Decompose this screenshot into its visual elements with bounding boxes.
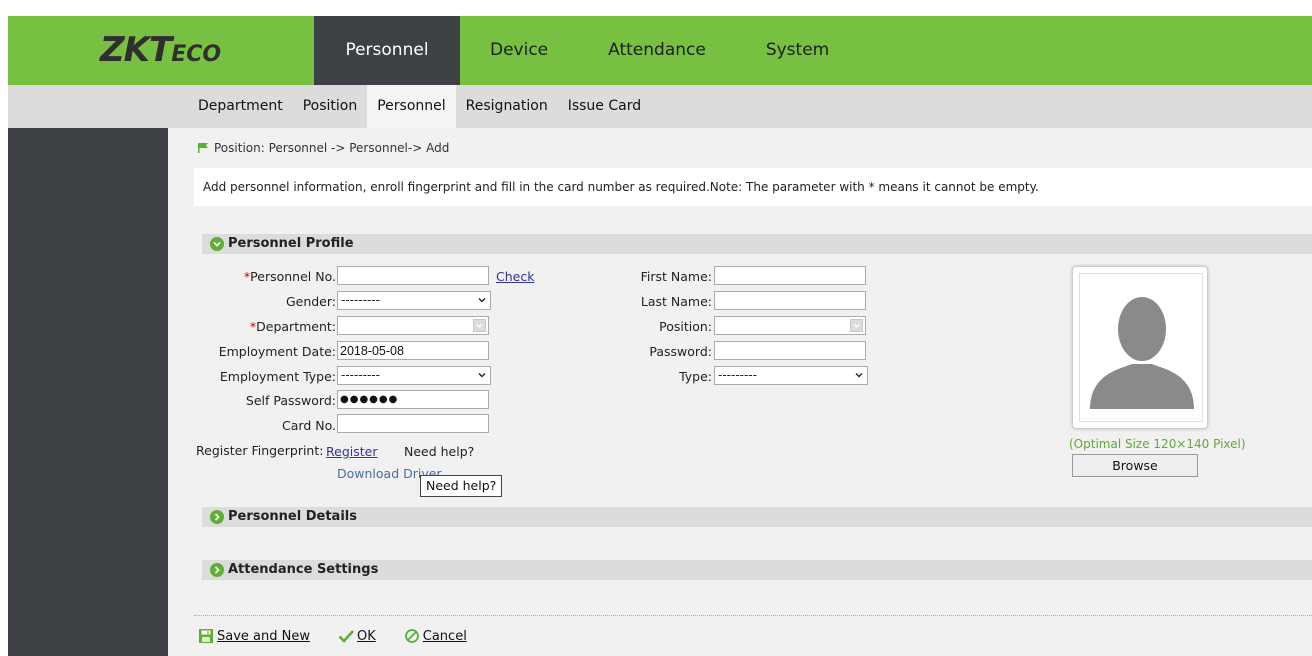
divider [194,615,1312,616]
ok-button[interactable]: OK [338,628,376,644]
top-bar: ZKTECO Personnel Device Attendance Syste… [8,16,1312,85]
personnel-no-input[interactable] [337,266,489,285]
zkteco-logo: ZKTECO [100,30,222,70]
app-window: ZKTECO Personnel Device Attendance Syste… [0,0,1312,656]
position-select[interactable] [714,316,866,335]
section-attendance-settings[interactable]: Attendance Settings [202,560,1312,580]
breadcrumb: Position: Personnel -> Personnel-> Add [198,141,449,155]
card-no-label: Card No. [282,418,336,433]
dropdown-button[interactable] [850,319,863,332]
last-name-label: Last Name: [640,294,712,309]
cancel-icon [404,629,419,643]
left-panel [8,128,168,656]
sub-nav: Department Position Personnel Resignatio… [8,85,1312,128]
employment-date-label: Employment Date: [218,344,336,359]
employment-type-label: Employment Type: [219,369,336,384]
check-link[interactable]: Check [496,269,534,284]
sub-nav-issue-card[interactable]: Issue Card [558,85,651,128]
register-link[interactable]: Register [326,444,377,459]
need-help-text[interactable]: Need help? [404,444,474,459]
position-label: Position: [659,319,712,334]
save-and-new-button[interactable]: Save and New [198,628,310,644]
photo-frame [1072,266,1208,429]
password-label: Password: [649,344,712,359]
sub-nav-department[interactable]: Department [188,85,293,128]
chevron-down-icon [478,298,486,303]
gender-select[interactable]: --------- [337,291,491,310]
sub-nav-position[interactable]: Position [293,85,368,128]
section-title: Attendance Settings [228,562,379,577]
employment-date-input[interactable] [337,341,489,360]
self-password-label: Self Password: [245,393,336,408]
save-new-icon [199,629,213,643]
action-bar: Save and New OK Cancel [198,628,495,644]
collapse-icon [210,237,224,251]
type-label: Type: [679,369,712,384]
optimal-size-hint: (Optimal Size 120×140 Pixel) [1069,437,1246,451]
expand-icon [210,510,224,524]
type-select[interactable]: --------- [714,366,868,385]
register-fingerprint-label: Register Fingerprint: [196,443,324,458]
flag-icon [198,143,208,153]
personnel-no-label: *Personnel No. [243,269,336,284]
info-banner: Add personnel information, enroll finger… [194,168,1312,206]
content-area: Position: Personnel -> Personnel-> Add A… [168,128,1312,656]
main-nav-attendance[interactable]: Attendance [578,16,736,85]
need-help-tooltip: Need help? [420,475,503,497]
password-input[interactable] [714,341,866,360]
chevron-down-icon [855,373,863,378]
department-label: *Department: [249,319,336,334]
employment-type-select[interactable]: --------- [337,366,491,385]
section-title: Personnel Details [228,509,357,524]
avatar-placeholder-icon [1090,297,1194,409]
self-password-input[interactable]: ●●●●●● [337,390,489,409]
check-icon [338,630,354,643]
main-nav-personnel[interactable]: Personnel [314,16,460,85]
card-no-input[interactable] [337,414,489,433]
section-personnel-profile[interactable]: Personnel Profile [202,234,1312,254]
gender-label: Gender: [285,294,336,309]
sub-nav-resignation[interactable]: Resignation [456,85,558,128]
main-nav-system[interactable]: System [736,16,859,85]
browse-button[interactable]: Browse [1072,454,1198,477]
main-nav-device[interactable]: Device [460,16,578,85]
expand-icon [210,563,224,577]
department-select[interactable] [337,316,489,335]
sub-nav-personnel[interactable]: Personnel [367,85,456,128]
dropdown-button[interactable] [473,319,486,332]
section-personnel-details[interactable]: Personnel Details [202,507,1312,527]
cancel-button[interactable]: Cancel [404,628,467,644]
chevron-down-icon [478,373,486,378]
last-name-input[interactable] [714,291,866,310]
first-name-input[interactable] [714,266,866,285]
section-title: Personnel Profile [228,236,354,251]
first-name-label: First Name: [640,269,712,284]
main-nav: Personnel Device Attendance System [314,16,859,85]
